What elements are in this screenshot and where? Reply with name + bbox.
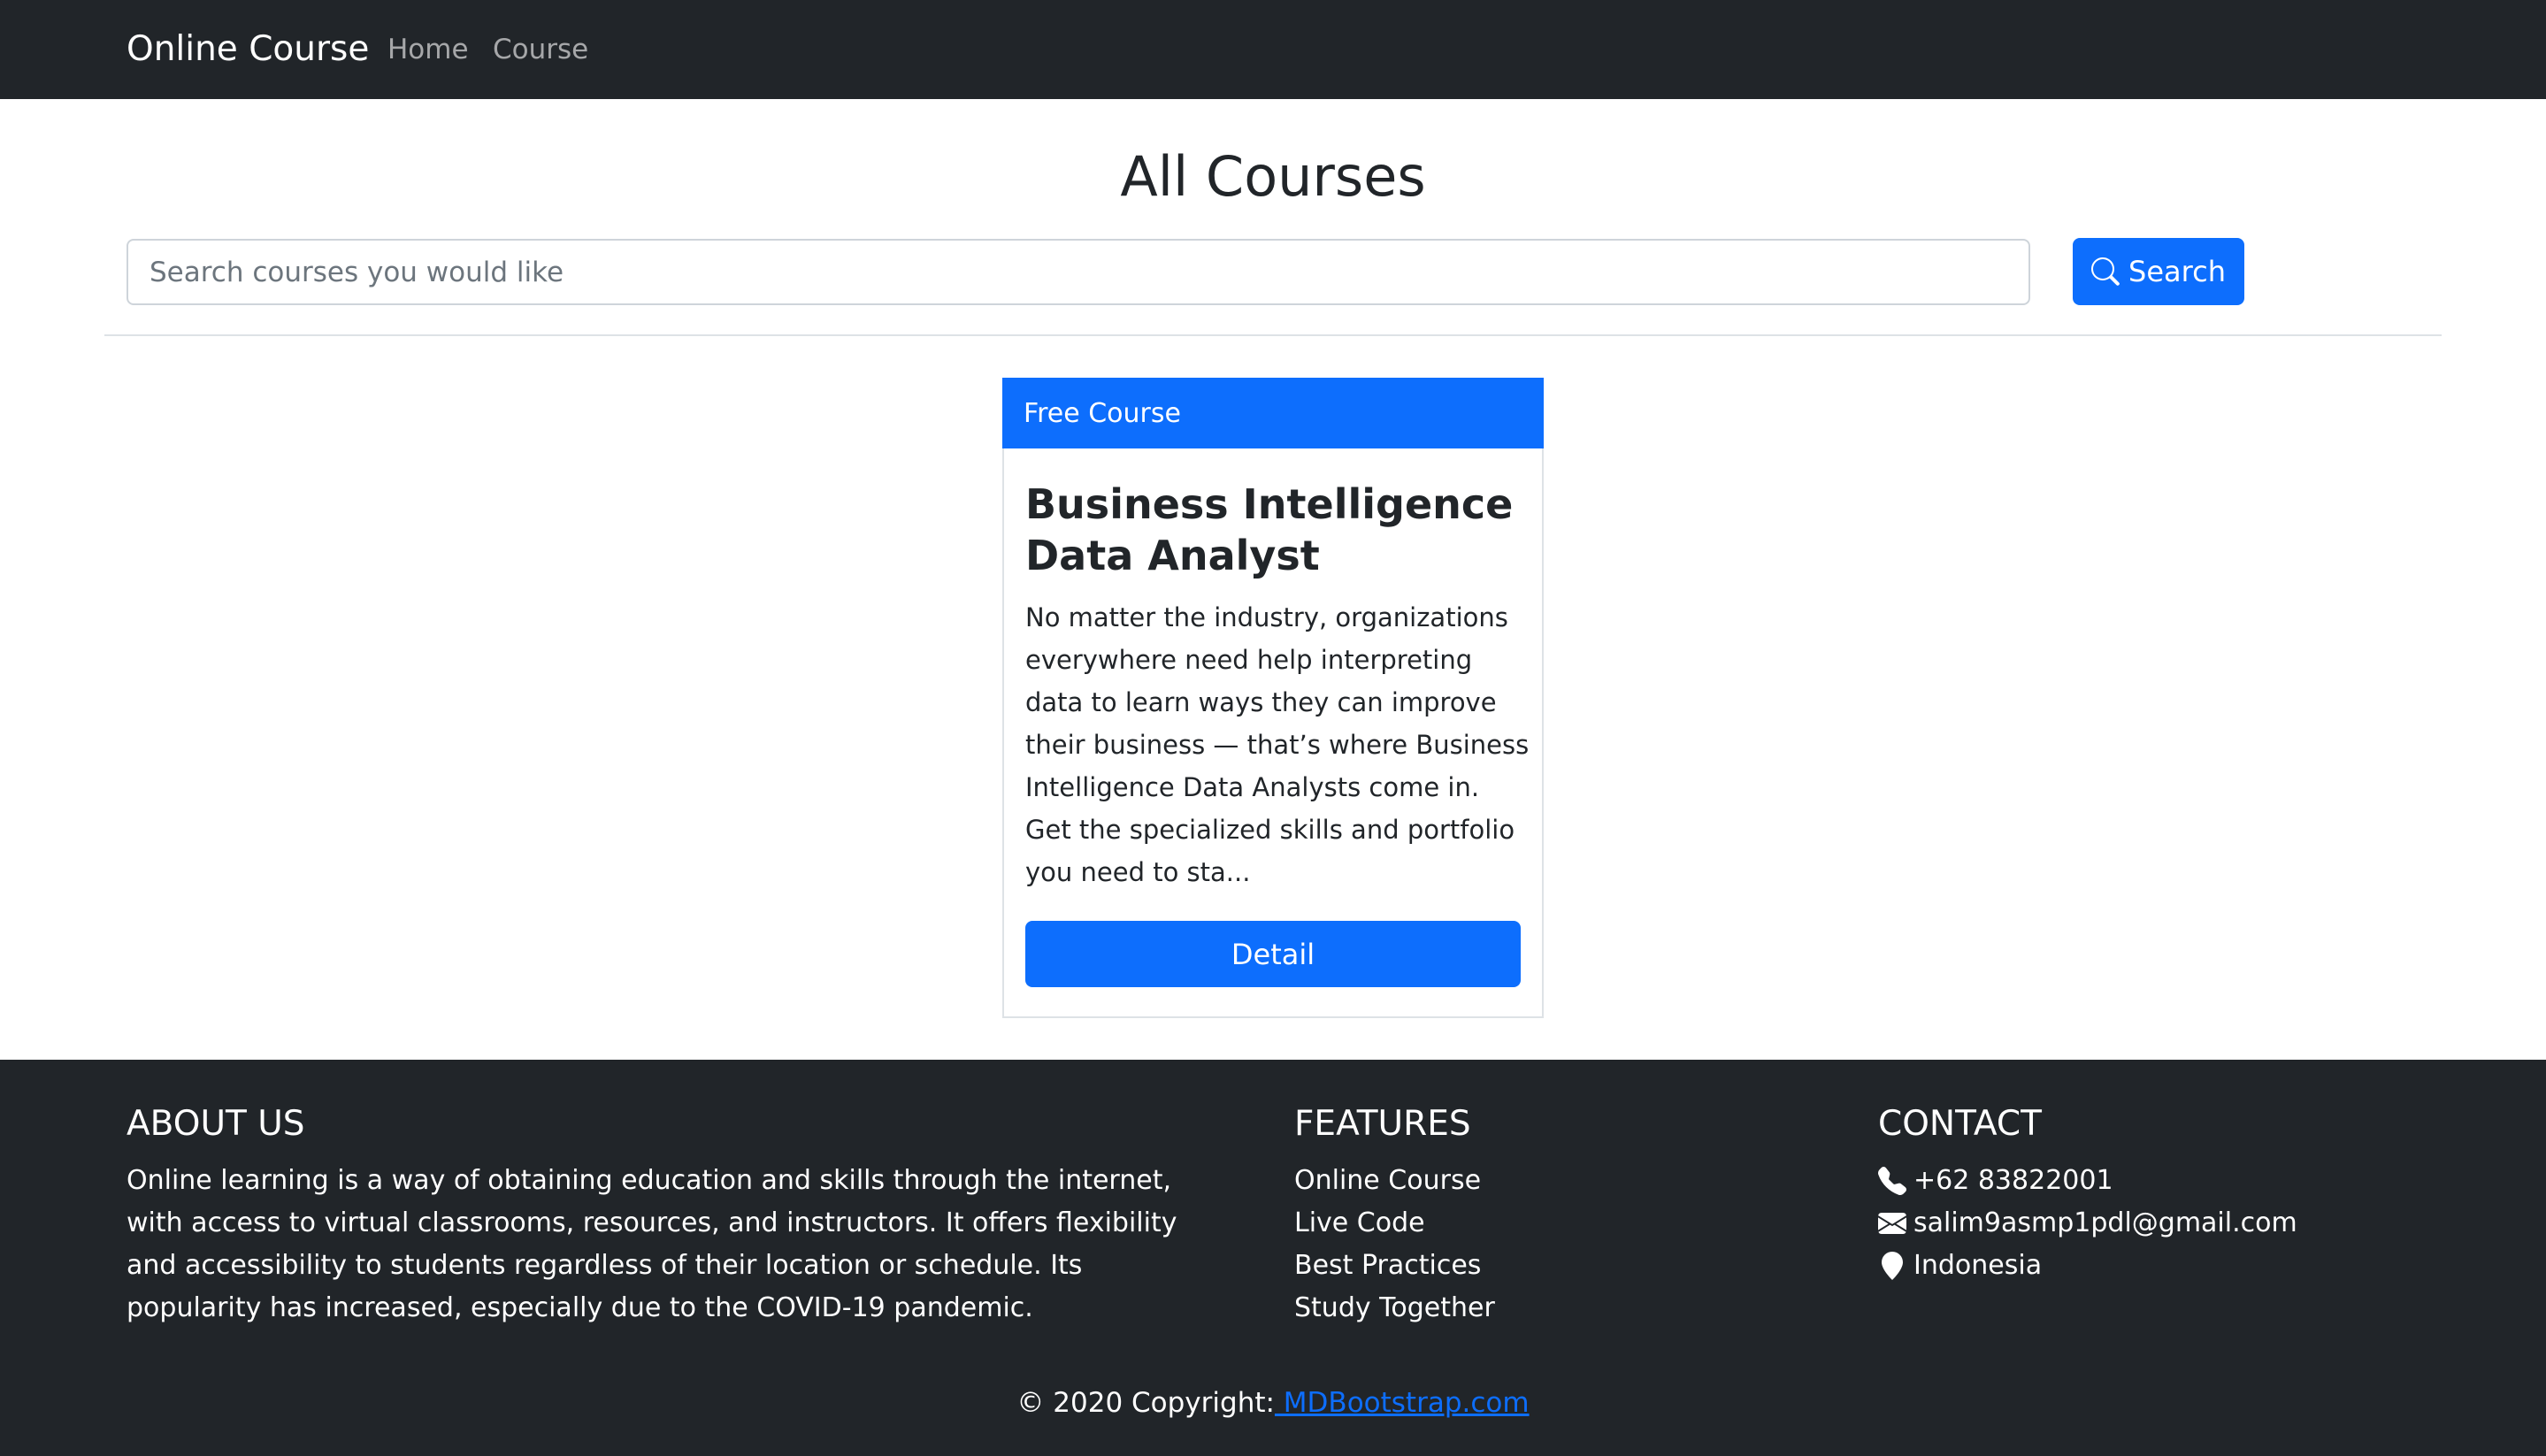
course-description: No matter the industry, organizations ev… [1025, 602, 1530, 887]
map-marker-icon [1882, 1252, 1903, 1280]
contact-email-text: salim9asmp1pdl@gmail.com [1913, 1207, 2297, 1238]
course-title: Business Intelligence Data Analyst [1025, 480, 1514, 579]
copyright-text: © 2020 Copyright: [1016, 1387, 1275, 1419]
feature-link-online-course[interactable]: Online Course [1294, 1165, 1481, 1196]
feature-link-best-practices[interactable]: Best Practices [1294, 1250, 1481, 1281]
list-item: Online Course [1294, 1160, 1495, 1202]
contact-list: +62 83822001 salim9asmp1pdl@gmail.com In… [1878, 1160, 2297, 1287]
search-button-label: Search [2128, 255, 2226, 288]
contact-email: salim9asmp1pdl@gmail.com [1878, 1202, 2297, 1245]
feature-link-study-together[interactable]: Study Together [1294, 1292, 1495, 1323]
contact-phone-text: +62 83822001 [1913, 1165, 2113, 1196]
nav-link-home[interactable]: Home [387, 30, 469, 69]
list-item: Best Practices [1294, 1245, 1495, 1287]
contact-location-text: Indonesia [1913, 1250, 2043, 1281]
list-item: Live Code [1294, 1202, 1495, 1245]
course-badge: Free Course [1002, 378, 1544, 448]
navbar: Online Course Home Course [0, 0, 2546, 99]
about-us-text: Online learning is a way of obtaining ed… [127, 1165, 1177, 1323]
copyright-link[interactable]: MDBootstrap.com [1275, 1387, 1530, 1419]
detail-button[interactable]: Detail [1025, 921, 1521, 987]
feature-link-live-code[interactable]: Live Code [1294, 1207, 1425, 1238]
search-input[interactable] [127, 239, 2030, 305]
contact-location: Indonesia [1878, 1245, 2297, 1287]
features-heading: FEATURES [1294, 1104, 1471, 1144]
divider [104, 334, 2442, 336]
features-list: Online Course Live Code Best Practices S… [1294, 1160, 1495, 1330]
about-us-heading: ABOUT US [127, 1104, 305, 1144]
list-item: Study Together [1294, 1287, 1495, 1330]
page-title: All Courses [1120, 144, 1426, 209]
footer: ABOUT US Online learning is a way of obt… [0, 1060, 2546, 1456]
search-button[interactable]: Search [2073, 238, 2244, 305]
search-icon [2091, 257, 2120, 286]
navbar-brand[interactable]: Online Course [127, 27, 369, 73]
phone-icon [1878, 1167, 1906, 1195]
contact-heading: CONTACT [1878, 1104, 2042, 1144]
nav-link-course[interactable]: Course [493, 30, 588, 69]
copyright: © 2020 Copyright: MDBootstrap.com [0, 1383, 2546, 1422]
contact-phone: +62 83822001 [1878, 1160, 2297, 1202]
course-card: Free Course Business Intelligence Data A… [1002, 378, 1544, 1018]
envelope-icon [1878, 1213, 1906, 1234]
